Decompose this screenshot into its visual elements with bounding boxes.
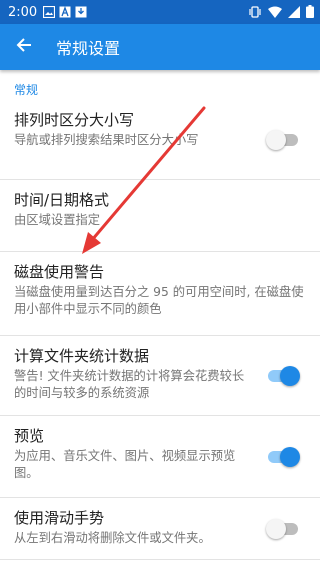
folder-statistics-switch[interactable] (268, 365, 300, 386)
battery-icon (306, 3, 314, 22)
setting-summary: 为应用、音乐文件、图片、视频显示预览图。 (14, 449, 236, 480)
back-button[interactable] (0, 24, 48, 70)
setting-swipe-gesture[interactable]: 使用滑动手势 从左到右滑动将删除文件或文件夹。 (0, 498, 320, 560)
case-sensitive-switch[interactable] (266, 129, 298, 150)
signal-icon (288, 3, 300, 22)
setting-title: 时间/日期格式 (14, 191, 110, 209)
setting-disk-usage-warning[interactable]: 磁盘使用警告 当磁盘使用量到达百分之 95 的可用空间时, 在磁盘使用小部件中显… (0, 252, 320, 336)
download-box-icon (75, 3, 87, 22)
app-toolbar: 常规设置 (0, 24, 320, 70)
setting-summary: 导航或排列搜索结果时区分大小写 (14, 133, 199, 147)
setting-title: 预览 (14, 427, 45, 445)
setting-summary: 由区域设置指定 (14, 213, 101, 227)
setting-case-sensitive-sort[interactable]: 排列时区分大小写 导航或排列搜索结果时区分大小写 (0, 100, 320, 180)
a-notification-icon (59, 3, 71, 22)
image-icon (43, 3, 56, 22)
status-bar: 2:00 (0, 0, 320, 24)
setting-summary: 从左到右滑动将删除文件或文件夹。 (14, 531, 211, 545)
swipe-gesture-switch[interactable] (266, 518, 298, 539)
setting-title: 排列时区分大小写 (14, 111, 135, 129)
setting-preview[interactable]: 预览 为应用、音乐文件、图片、视频显示预览图。 (0, 416, 320, 498)
preview-switch[interactable] (268, 446, 300, 467)
section-header-general: 常规 (14, 83, 39, 97)
setting-folder-statistics[interactable]: 计算文件夹统计数据 警告! 文件夹统计数据的计将算会花费较长的时间与较多的系统资… (0, 336, 320, 416)
setting-date-time-format[interactable]: 时间/日期格式 由区域设置指定 (0, 180, 320, 252)
vibrate-icon (248, 3, 262, 22)
setting-title: 使用滑动手势 (14, 509, 105, 527)
section-header-advanced: 高级 (0, 560, 320, 568)
arrow-back-icon (16, 37, 32, 57)
wifi-icon (268, 3, 282, 22)
setting-summary: 警告! 文件夹统计数据的计将算会花费较长的时间与较多的系统资源 (14, 369, 245, 400)
setting-title: 磁盘使用警告 (14, 263, 105, 281)
setting-summary: 当磁盘使用量到达百分之 95 的可用空间时, 在磁盘使用小部件中显示不同的颜色 (14, 285, 304, 316)
settings-list[interactable]: 常规 排列时区分大小写 导航或排列搜索结果时区分大小写 时间/日期格式 由区域设… (0, 70, 320, 568)
setting-title: 计算文件夹统计数据 (14, 347, 150, 365)
status-time: 2:00 (8, 4, 38, 20)
page-title: 常规设置 (56, 39, 121, 58)
